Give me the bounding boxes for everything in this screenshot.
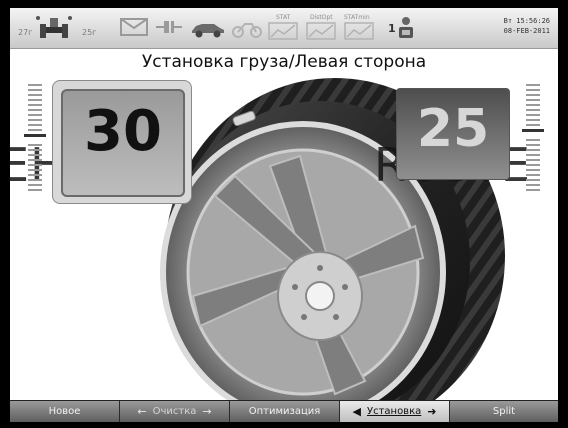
left-weight-value: 30: [84, 99, 162, 164]
bottom-button-bar: Новое ← Очистка → Оптимизация ◀ Установк…: [10, 400, 558, 422]
left-position-gauge: [24, 84, 46, 194]
car-icon[interactable]: [190, 18, 226, 38]
plug-icon[interactable]: [156, 18, 182, 36]
motorcycle-icon[interactable]: [232, 17, 262, 39]
user-icon[interactable]: [397, 16, 415, 40]
date-label: 08-FEB-2011: [503, 27, 550, 35]
split-button-label: Split: [492, 406, 516, 417]
clear-button[interactable]: ← Очистка →: [120, 401, 230, 422]
left-weight-label: 27г: [18, 28, 33, 37]
envelope-icon[interactable]: [120, 18, 148, 36]
stat-label: STAT: [276, 14, 291, 21]
arrow-right-icon: ➜: [427, 405, 437, 418]
day-label: Вт: [503, 17, 513, 25]
new-button[interactable]: Новое: [10, 401, 120, 422]
placement-button-label: Установка: [366, 406, 422, 417]
optimization-button[interactable]: Оптимизация: [230, 401, 340, 422]
split-button[interactable]: Split: [450, 401, 558, 422]
statmin-label: STATmin: [344, 14, 370, 21]
status-bar: 27г 25г STAT DistOpt STATmin 1 Вт 15:56:…: [10, 8, 558, 49]
right-weight-display: 25: [396, 88, 510, 180]
right-position-gauge: [522, 84, 544, 194]
arrow-left-circle-icon: ◀: [352, 405, 361, 418]
user-number: 1: [388, 22, 396, 35]
right-weight-value: 25: [416, 99, 490, 159]
distopt-icon[interactable]: [306, 22, 336, 40]
arrow-left-icon: ←: [137, 405, 147, 418]
placement-button[interactable]: ◀ Установка ➜: [340, 401, 450, 422]
screen: 27г 25г STAT DistOpt STATmin 1 Вт 15:56:…: [0, 0, 568, 428]
page-title: Установка груза/Левая сторона: [141, 52, 427, 72]
left-weight-display: 30: [52, 80, 192, 204]
time-label: 15:56:26: [516, 17, 550, 25]
optimization-button-label: Оптимизация: [248, 406, 321, 417]
balancer-icon[interactable]: [34, 14, 74, 40]
arrow-right-icon: →: [202, 405, 212, 418]
clear-button-label: Очистка: [152, 406, 197, 417]
left-weight-panel: 30: [61, 89, 185, 197]
statmin-icon[interactable]: [344, 22, 374, 40]
datetime: Вт 15:56:26 08-FEB-2011: [504, 16, 550, 36]
stat-icon[interactable]: [268, 22, 298, 40]
balancer-display: 27г 25г STAT DistOpt STATmin 1 Вт 15:56:…: [10, 8, 558, 422]
distopt-label: DistOpt: [310, 14, 333, 21]
right-weight-label: 25г: [82, 28, 97, 37]
new-button-label: Новое: [48, 406, 81, 417]
